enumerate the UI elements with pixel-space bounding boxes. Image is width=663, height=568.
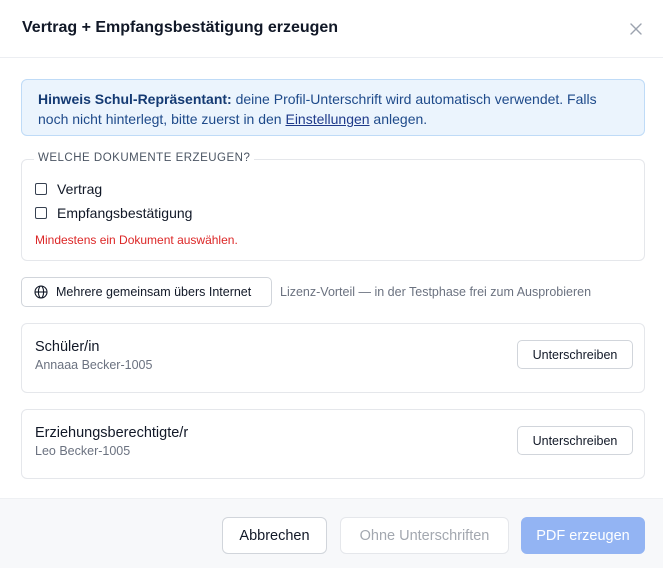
validation-error: Mindestens ein Dokument auswählen. [35, 233, 238, 247]
notice-text-end: anlegen. [369, 111, 428, 127]
without-signatures-button[interactable]: Ohne Unterschriften [340, 517, 509, 554]
info-notice: Hinweis Schul-Repräsentant: deine Profil… [21, 79, 645, 136]
dialog-header: Vertrag + Empfangsbestätigung erzeugen [0, 0, 663, 58]
signer-name: Leo Becker-1005 [35, 444, 131, 458]
close-button[interactable] [626, 19, 646, 39]
close-icon [630, 23, 642, 35]
globe-icon [34, 285, 48, 299]
dialog-title: Vertrag + Empfangsbestätigung erzeugen [22, 19, 339, 36]
dialog-footer: Abbrechen Ohne Unterschriften PDF erzeug… [0, 498, 663, 568]
signer-role: Erziehungsberechtigte/r [35, 425, 189, 441]
license-hint: Lizenz-Vorteil — in der Testphase frei z… [280, 285, 592, 299]
multi-internet-label: Mehrere gemeinsam übers Internet [56, 285, 252, 299]
settings-link[interactable]: Einstellungen [285, 111, 369, 127]
signer-card-guardian: Erziehungsberechtigte/r Leo Becker-1005 … [21, 409, 645, 479]
documents-fieldset: WELCHE DOKUMENTE ERZEUGEN? Vertrag Empfa… [21, 152, 645, 261]
signer-role: Schüler/in [35, 339, 100, 355]
cancel-button[interactable]: Abbrechen [222, 517, 327, 554]
dialog: Vertrag + Empfangsbestätigung erzeugen H… [0, 0, 663, 568]
signer-name: Annaaa Becker-1005 [35, 358, 153, 372]
sign-button-guardian[interactable]: Unterschreiben [517, 426, 633, 455]
generate-pdf-button[interactable]: PDF erzeugen [521, 517, 645, 554]
checkbox-vertrag[interactable] [35, 183, 47, 195]
checkbox-vertrag-row[interactable]: Vertrag [35, 181, 102, 197]
checkbox-vertrag-label: Vertrag [57, 181, 103, 197]
checkbox-empfangsbestaetigung-label: Empfangsbestätigung [57, 205, 193, 221]
documents-legend: WELCHE DOKUMENTE ERZEUGEN? [34, 152, 255, 164]
signer-card-student: Schüler/in Annaaa Becker-1005 Unterschre… [21, 323, 645, 393]
multi-internet-button[interactable]: Mehrere gemeinsam übers Internet [21, 277, 272, 307]
checkbox-empfangsbestaetigung[interactable] [35, 207, 47, 219]
sign-button-student[interactable]: Unterschreiben [517, 340, 633, 369]
notice-title: Hinweis Schul-Repräsentant: [38, 91, 232, 107]
checkbox-empfangsbestaetigung-row[interactable]: Empfangsbestätigung [35, 205, 192, 221]
